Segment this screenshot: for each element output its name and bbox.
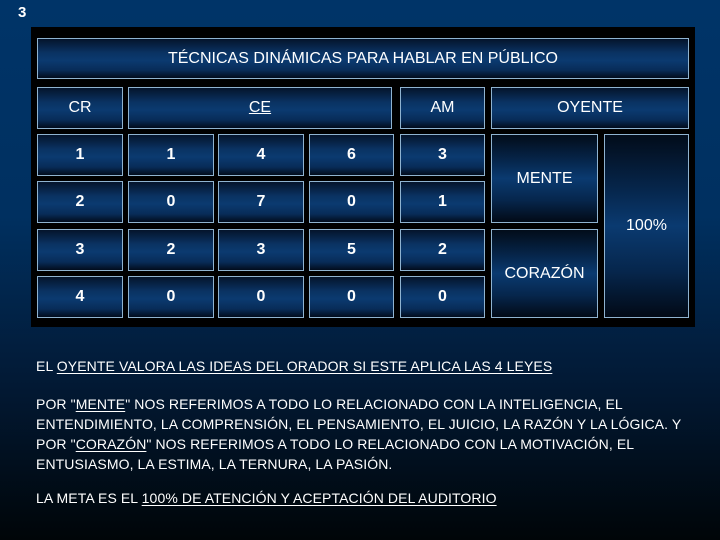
corazon-cell: CORAZÓN — [491, 229, 598, 318]
table-cell: 0 — [128, 181, 214, 223]
paragraph-goal: LA META ES EL 100% DE ATENCIÓN Y ACEPTAC… — [36, 488, 706, 508]
slide-number: 3 — [18, 4, 27, 21]
header-am: AM — [400, 87, 485, 129]
table-title: TÉCNICAS DINÁMICAS PARA HABLAR EN PÚBLIC… — [37, 38, 689, 79]
paragraph-oyente: EL OYENTE VALORA LAS IDEAS DEL ORADOR SI… — [36, 356, 706, 376]
table-cell: 0 — [128, 276, 214, 318]
paragraph-goal-underlined: 100% DE ATENCIÓN Y ACEPTACIÓN DEL AUDITO… — [141, 490, 497, 506]
paragraph-oyente-prefix: EL — [36, 358, 57, 374]
header-cr: CR — [37, 87, 123, 129]
header-ce: CE — [128, 87, 392, 129]
table-cell: 4 — [37, 276, 123, 318]
definitions-mente: MENTE — [75, 396, 126, 412]
paragraph-oyente-underlined: OYENTE VALORA LAS IDEAS DEL ORADOR SI ES… — [56, 358, 553, 374]
table-cell: 3 — [218, 229, 304, 271]
table-cell: 0 — [309, 276, 394, 318]
table-cell: 0 — [309, 181, 394, 223]
table-cell: 1 — [37, 134, 123, 176]
table-cell: 6 — [309, 134, 394, 176]
table-cell: 1 — [400, 181, 485, 223]
paragraph-goal-prefix: LA META ES EL — [36, 490, 142, 506]
table-cell: 1 — [128, 134, 214, 176]
table-cell: 3 — [37, 229, 123, 271]
techniques-table: TÉCNICAS DINÁMICAS PARA HABLAR EN PÚBLIC… — [31, 27, 695, 327]
header-ce-label: CE — [248, 99, 272, 116]
definitions-corazon: CORAZÓN — [75, 436, 147, 452]
mente-cell: MENTE — [491, 134, 598, 223]
definitions-part1: POR " — [36, 396, 76, 412]
header-oyente: OYENTE — [491, 87, 689, 129]
table-cell: 2 — [37, 181, 123, 223]
table-cell: 7 — [218, 181, 304, 223]
table-cell: 5 — [309, 229, 394, 271]
percent-cell: 100% — [604, 134, 689, 318]
table-cell: 0 — [218, 276, 304, 318]
table-cell: 2 — [128, 229, 214, 271]
table-cell: 3 — [400, 134, 485, 176]
table-cell: 2 — [400, 229, 485, 271]
table-cell: 0 — [400, 276, 485, 318]
table-cell: 4 — [218, 134, 304, 176]
paragraph-definitions: POR "MENTE" NOS REFERIMOS A TODO LO RELA… — [36, 394, 706, 474]
